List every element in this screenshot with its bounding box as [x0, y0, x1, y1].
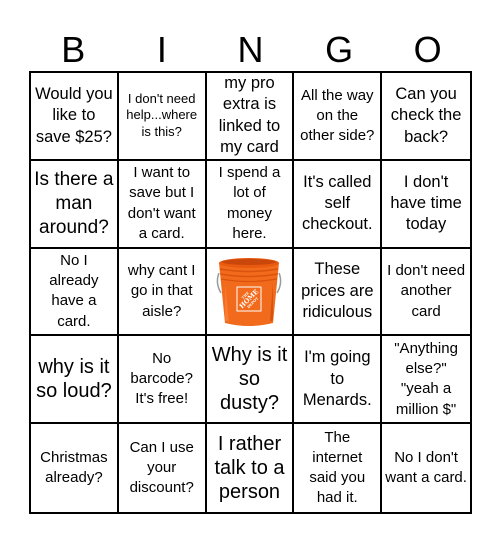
cell-text: No I don't want a card.	[385, 448, 467, 487]
cell-text: No barcode? It's free!	[130, 349, 193, 408]
cell-text: I don't have time today	[390, 172, 462, 234]
bingo-cell[interactable]: No barcode? It's free!	[118, 336, 207, 425]
cell-text: Would you like to save $25?	[35, 84, 113, 146]
bingo-cell[interactable]: No I don't want a card.	[382, 424, 470, 512]
cell-text: I spend a lot of money here.	[218, 164, 281, 242]
cell-text: why is it so loud?	[36, 356, 112, 403]
bingo-cell[interactable]: No I already have a card.	[31, 248, 119, 337]
cell-text: why cant I go in that aisle?	[127, 262, 196, 320]
free-space-cell[interactable]: THE HOME DEPOT	[206, 248, 295, 337]
bingo-cell[interactable]: I'm going to Menards.	[294, 336, 383, 425]
bingo-cell[interactable]: Is there a man around?	[31, 160, 119, 249]
cell-text: Why is it so dusty?	[211, 344, 288, 415]
cell-text: I don't need another card	[387, 262, 466, 320]
cell-text: Can you check the back?	[390, 84, 462, 146]
cell-text: I'm going to Menards.	[302, 348, 372, 409]
cell-text: I rather talk to a person	[214, 433, 285, 504]
header-letter-b: B	[61, 29, 86, 70]
header-letter-g: G	[325, 29, 354, 70]
bingo-cell[interactable]: why is it so loud?	[31, 336, 119, 425]
bingo-cell[interactable]: I spend a lot of money here.	[206, 160, 295, 249]
header-letter-o: O	[413, 29, 442, 70]
bingo-cell[interactable]: why cant I go in that aisle?	[118, 248, 207, 337]
cell-text: Is there a man around?	[34, 169, 114, 238]
cell-text: I want to save but I don't want a card.	[127, 164, 196, 242]
bingo-cell[interactable]: The internet said you had it.	[294, 424, 383, 512]
home-depot-bucket-icon: THE HOME DEPOT	[217, 258, 282, 327]
bingo-cell[interactable]: "Anything else?" "yeah a million $"	[382, 336, 470, 425]
bingo-cell[interactable]: I don't need help...where is this?	[118, 73, 207, 161]
bingo-cell[interactable]: I don't have time today	[382, 160, 470, 249]
cell-text: my pro extra is linked to my card	[218, 74, 281, 157]
cell-text: It's called self checkout.	[301, 172, 373, 234]
bingo-header: B I N G O	[29, 28, 472, 71]
header-letter-n: N	[237, 29, 264, 70]
bingo-cell[interactable]: It's called self checkout.	[294, 160, 383, 249]
bingo-cell[interactable]: These prices are ridiculous	[294, 248, 383, 337]
cell-text: I don't need help...where is this?	[126, 90, 198, 140]
header-letter-i: I	[156, 29, 167, 70]
bingo-card: Would you like to save $25? I don't need…	[29, 71, 472, 514]
bingo-cell[interactable]: Why is it so dusty?	[206, 336, 295, 425]
bingo-cell[interactable]: I rather talk to a person	[206, 424, 295, 512]
bingo-cell[interactable]: Can I use your discount?	[118, 424, 207, 512]
bingo-cell[interactable]: I want to save but I don't want a card.	[118, 160, 207, 249]
bingo-cell[interactable]: I don't need another card	[382, 248, 470, 337]
cell-text: Can I use your discount?	[129, 438, 194, 497]
bingo-cell[interactable]: Would you like to save $25?	[31, 73, 119, 161]
bingo-cell[interactable]: my pro extra is linked to my card	[206, 73, 295, 161]
cell-text: Christmas already?	[40, 448, 108, 487]
bingo-cell[interactable]: All the way on the other side?	[294, 73, 383, 161]
cell-text: The internet said you had it.	[309, 428, 366, 507]
cell-text: No I already have a card.	[49, 251, 99, 330]
cell-text: These prices are ridiculous	[301, 260, 374, 322]
bingo-cell[interactable]: Christmas already?	[31, 424, 119, 512]
cell-text: All the way on the other side?	[300, 86, 375, 145]
bingo-cell[interactable]: Can you check the back?	[382, 73, 470, 161]
cell-text: "Anything else?" "yeah a million $"	[394, 339, 458, 418]
